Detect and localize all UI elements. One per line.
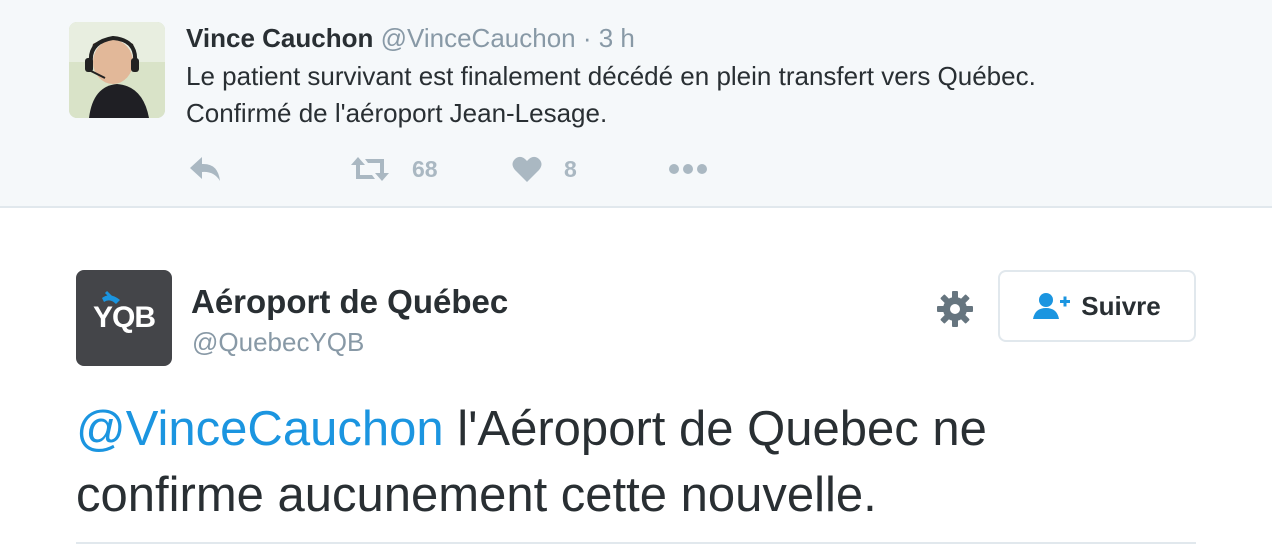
- avatar-photo: [69, 22, 165, 118]
- heart-icon: [512, 156, 542, 182]
- tweet-time[interactable]: 3 h: [599, 23, 635, 53]
- divider: [76, 542, 1196, 544]
- retweet-icon: [351, 157, 389, 181]
- reply-button[interactable]: [188, 150, 222, 188]
- retweet-button[interactable]: 68: [350, 150, 438, 188]
- gear-button[interactable]: [936, 290, 974, 328]
- tweet-text-line: confirme aucunement cette nouvelle.: [76, 468, 877, 522]
- quoted-tweet-header: Vince Cauchon @VinceCauchon · 3 h: [186, 22, 635, 54]
- follow-button[interactable]: Suivre: [998, 270, 1196, 342]
- gear-icon: [937, 291, 973, 327]
- add-user-icon: [1033, 293, 1071, 319]
- quoted-tweet-text-line: Confirmé de l'aéroport Jean-Lesage.: [186, 98, 608, 128]
- author-handle[interactable]: @VinceCauchon: [381, 23, 576, 53]
- follow-label: Suivre: [1081, 290, 1161, 321]
- more-button[interactable]: [668, 150, 708, 188]
- tweet-text-line: @VinceCauchon l'Aéroport de Quebec ne: [76, 396, 1226, 462]
- quoted-tweet[interactable]: Vince Cauchon @VinceCauchon · 3 h Le pat…: [0, 0, 1272, 208]
- author-handle[interactable]: @QuebecYQB: [192, 327, 364, 358]
- avatar[interactable]: [69, 22, 165, 118]
- quoted-tweet-text: Le patient survivant est finalement décé…: [186, 58, 1186, 132]
- quoted-tweet-text-line: Le patient survivant est finalement décé…: [186, 61, 1036, 91]
- tweet-text-part: l'Aéroport de Quebec ne: [443, 402, 987, 456]
- time-separator: ·: [575, 23, 599, 53]
- like-count: 8: [564, 155, 577, 182]
- retweet-count: 68: [412, 155, 438, 182]
- more-dots-icon: [669, 164, 707, 174]
- avatar[interactable]: YQB: [76, 270, 172, 366]
- author-name[interactable]: Aéroport de Québec: [191, 283, 508, 321]
- mention-link[interactable]: @VinceCauchon: [76, 402, 444, 456]
- logo-text: YQB: [92, 301, 156, 334]
- tweet-text: @VinceCauchon l'Aéroport de Quebec ne co…: [76, 396, 1226, 528]
- author-name[interactable]: Vince Cauchon: [186, 23, 373, 53]
- tweet-actions: 68 8: [186, 150, 786, 188]
- like-button[interactable]: 8: [512, 150, 577, 188]
- main-tweet: YQB Aéroport de Québec @QuebecYQB Suivre…: [0, 210, 1272, 548]
- reply-icon: [190, 157, 220, 181]
